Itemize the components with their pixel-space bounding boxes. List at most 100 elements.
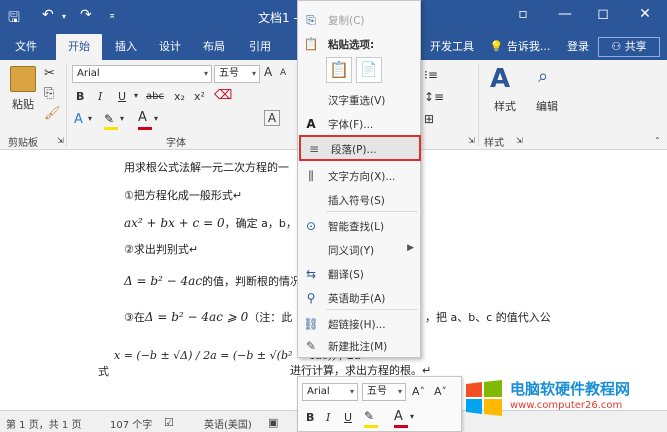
styles-button[interactable]: 样式 [490, 98, 520, 114]
menu-item-hyperlink[interactable]: ⛓ 超链接(H)... [298, 313, 420, 335]
menu-item-label: 超链接(H)... [328, 319, 386, 331]
collapse-ribbon-icon[interactable]: ⌃ [654, 136, 661, 145]
language-indicator[interactable]: 英语(美国) [204, 416, 252, 431]
menu-item-english-assistant[interactable]: ⚲ 英语助手(A) [298, 287, 420, 309]
tab-developer[interactable]: 开发工具 [424, 34, 480, 60]
doc-line-7-prefix: 式 [98, 365, 109, 378]
undo-dropdown-icon[interactable]: ▾ [62, 12, 66, 21]
italic-button[interactable]: I [98, 90, 102, 103]
ribbon-display-options-button[interactable]: ▫ [511, 6, 535, 22]
subscript-button[interactable]: x₂ [174, 90, 185, 103]
chevron-down-icon[interactable]: ▾ [88, 114, 92, 123]
paragraph-launcher-icon[interactable]: ⇲ [468, 136, 475, 145]
tab-file[interactable]: 文件 [6, 34, 46, 60]
login-link[interactable]: 登录 [562, 34, 594, 60]
menu-item-smart-lookup[interactable]: ⊙ 智能查找(L) [298, 215, 420, 237]
text-effects-icon[interactable]: A [74, 112, 83, 127]
close-button[interactable]: ✕ [633, 6, 657, 22]
text-direction-icon: ⫼ [308, 169, 314, 183]
undo-icon[interactable]: ↶ [42, 7, 54, 23]
mini-size-combo[interactable]: 五号 ▾ [362, 383, 406, 401]
editing-button[interactable]: 编辑 [532, 98, 562, 114]
tab-insert[interactable]: 插入 [108, 34, 144, 60]
menu-item-text-direction[interactable]: ⫼ 文字方向(X)... [298, 165, 420, 187]
chevron-down-icon[interactable]: ▾ [154, 114, 158, 123]
line-spacing-icon[interactable]: ↕≡ [424, 90, 444, 104]
menu-item-paragraph[interactable]: ≡ 段落(P)... [299, 135, 421, 161]
search-icon[interactable]: ⌕ [538, 66, 548, 87]
equation-condition: Δ = b² − 4ac ⩾ 0 [144, 310, 249, 324]
share-button[interactable]: ⚇ 共享 [598, 37, 660, 57]
menu-item-label: 复制(C) [328, 15, 365, 27]
paste-icon: 📋 [303, 37, 319, 51]
bold-button[interactable]: B [76, 90, 84, 103]
doc-line-3-text: ，确定 a，b， [224, 217, 297, 230]
strikethrough-button[interactable]: abc [146, 91, 164, 102]
minimize-button[interactable]: — [553, 6, 577, 22]
clipboard-paste-icon[interactable] [10, 66, 36, 92]
mini-font-color-icon[interactable]: A [394, 409, 403, 424]
mini-font-combo[interactable]: Arial ▾ [302, 383, 358, 401]
shrink-font-icon[interactable]: A [280, 68, 286, 78]
font-size-combo[interactable]: 五号 ▾ [214, 65, 260, 83]
menu-item-label: 新建批注(M) [328, 341, 388, 353]
mini-grow-font-icon[interactable]: A˄ [412, 385, 425, 398]
macro-record-icon[interactable]: ▣ [268, 416, 278, 429]
enclose-char-icon[interactable]: A [264, 110, 280, 126]
menu-item-font[interactable]: A 字体(F)... [298, 113, 420, 135]
english-assistant-icon: ⚲ [306, 291, 316, 305]
mini-shrink-font-icon[interactable]: A˅ [434, 385, 447, 398]
grow-font-icon[interactable]: A [264, 65, 272, 79]
paste-keep-formatting-icon[interactable]: 📋 [326, 57, 352, 83]
copy-icon: ⎘ [306, 13, 316, 27]
windows-logo-icon [466, 380, 502, 416]
chevron-down-icon: ▾ [349, 387, 354, 396]
cut-icon[interactable]: ✂ [44, 66, 55, 81]
hyperlink-icon: ⛓ [303, 317, 319, 331]
styles-launcher-icon[interactable]: ⇲ [516, 136, 523, 145]
clear-formatting-icon[interactable]: ⌫ [214, 88, 232, 103]
doc-line-6-prefix: ③在 [124, 311, 145, 324]
format-painter-icon[interactable]: 🖌 [44, 106, 61, 121]
tab-layout[interactable]: 布局 [196, 34, 232, 60]
page-count[interactable]: 第 1 页，共 1 页 [6, 416, 81, 431]
menu-item-reselect-chinese[interactable]: 汉字重选(V) [298, 89, 420, 111]
menu-item-insert-symbol[interactable]: 插入符号(S) [298, 189, 420, 211]
mini-bold-button[interactable]: B [306, 411, 314, 424]
borders-icon[interactable]: ⊞ [424, 112, 434, 126]
tab-design[interactable]: 设计 [152, 34, 188, 60]
underline-dropdown-icon[interactable]: ▾ [134, 91, 138, 100]
doc-line-5: Δ = b² − 4ac的值，判断根的情况 [124, 273, 301, 289]
chevron-down-icon[interactable]: ▾ [120, 114, 124, 123]
copy-icon[interactable]: ⎘ [44, 86, 54, 101]
paste-text-only-icon[interactable]: 📄 [356, 57, 382, 83]
proofing-icon[interactable]: ☑ [164, 416, 174, 429]
menu-item-synonyms[interactable]: 同义词(Y) ▶ [298, 239, 420, 261]
font-color-icon[interactable]: A [138, 110, 147, 125]
highlight-icon[interactable]: ✎ [104, 112, 114, 126]
mini-highlight-icon[interactable]: ✎ [364, 409, 374, 423]
restore-button[interactable]: ◻ [591, 6, 615, 22]
font-name-combo[interactable]: Arial ▾ [72, 65, 212, 83]
menu-item-translate[interactable]: ⇆ 翻译(S) [298, 263, 420, 285]
styles-icon[interactable]: A [490, 64, 510, 94]
chevron-down-icon: ▾ [397, 387, 402, 396]
tab-references[interactable]: 引用 [242, 34, 278, 60]
clipboard-launcher-icon[interactable]: ⇲ [57, 136, 64, 145]
save-icon[interactable]: 🖫 [8, 7, 20, 31]
superscript-button[interactable]: x² [194, 90, 205, 103]
menu-item-copy[interactable]: ⎘ 复制(C) [298, 9, 420, 31]
underline-button[interactable]: U [118, 90, 126, 103]
chevron-down-icon[interactable]: ▾ [410, 412, 414, 421]
paste-button[interactable]: 粘贴 [8, 96, 38, 112]
redo-icon[interactable]: ↷ [80, 7, 92, 23]
multilevel-list-icon[interactable]: ⁝≡ [424, 68, 438, 82]
tab-home[interactable]: 开始 [56, 34, 102, 60]
font-icon: A [306, 117, 316, 131]
tell-me-box[interactable]: 💡 告诉我... [482, 34, 558, 60]
customize-qat-icon[interactable]: ⌅ [108, 10, 116, 21]
mini-underline-button[interactable]: U [344, 411, 352, 424]
mini-italic-button[interactable]: I [326, 411, 330, 424]
menu-item-new-comment[interactable]: ✎ 新建批注(M) [298, 335, 420, 357]
word-count[interactable]: 107 个字 [110, 416, 152, 431]
